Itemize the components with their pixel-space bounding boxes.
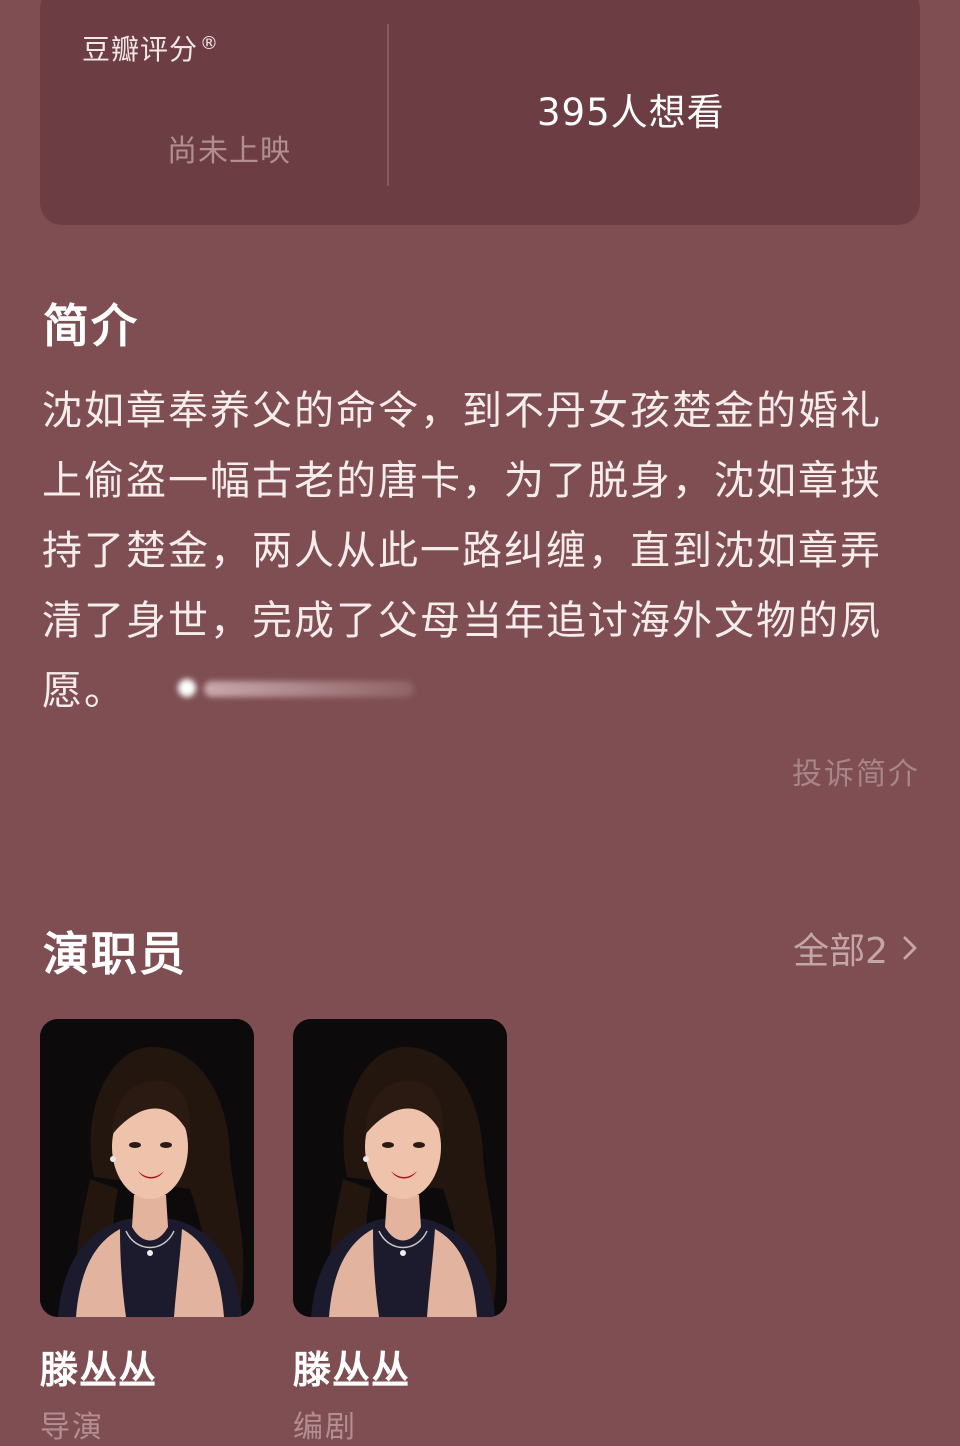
cast-photo <box>40 1019 254 1317</box>
cast-photo <box>293 1019 507 1317</box>
chevron-right-icon <box>903 936 917 960</box>
intro-text: 沈如章奉养父的命令，到不丹女孩楚金的婚礼上偷盗一幅古老的唐卡，为了脱身，沈如章挟… <box>42 376 922 726</box>
intro-title: 简介 <box>43 299 139 353</box>
registered-mark: ® <box>200 32 220 54</box>
rating-status: 尚未上映 <box>167 134 291 169</box>
cast-name: 滕丛丛 <box>40 1348 158 1392</box>
want-to-watch-count[interactable]: 395人想看 <box>537 82 725 136</box>
douban-rating-label-text: 豆瓣评分 <box>82 33 199 66</box>
view-all-cast-label: 全部2 <box>793 931 888 972</box>
report-intro-link[interactable]: 投诉简介 <box>792 749 920 793</box>
watermark-icon <box>178 679 196 697</box>
douban-rating-section[interactable]: 豆瓣评分 ® 尚未上映 <box>40 0 388 225</box>
view-all-cast-link[interactable]: 全部2 <box>793 922 920 974</box>
blurred-watermark <box>178 676 422 702</box>
divider <box>387 24 389 186</box>
douban-rating-label: 豆瓣评分 ® <box>82 28 219 68</box>
cast-card[interactable]: 滕丛丛 编剧 <box>293 1019 507 1446</box>
rating-card: 豆瓣评分 ® 尚未上映 395人想看 <box>40 0 920 225</box>
intro-text-content: 沈如章奉养父的命令，到不丹女孩楚金的婚礼上偷盗一幅古老的唐卡，为了脱身，沈如章挟… <box>42 388 882 714</box>
cast-title: 演职员 <box>43 927 187 981</box>
cast-card[interactable]: 滕丛丛 导演 <box>40 1019 254 1446</box>
watermark-blur <box>204 681 414 697</box>
cast-name: 滕丛丛 <box>293 1348 411 1392</box>
